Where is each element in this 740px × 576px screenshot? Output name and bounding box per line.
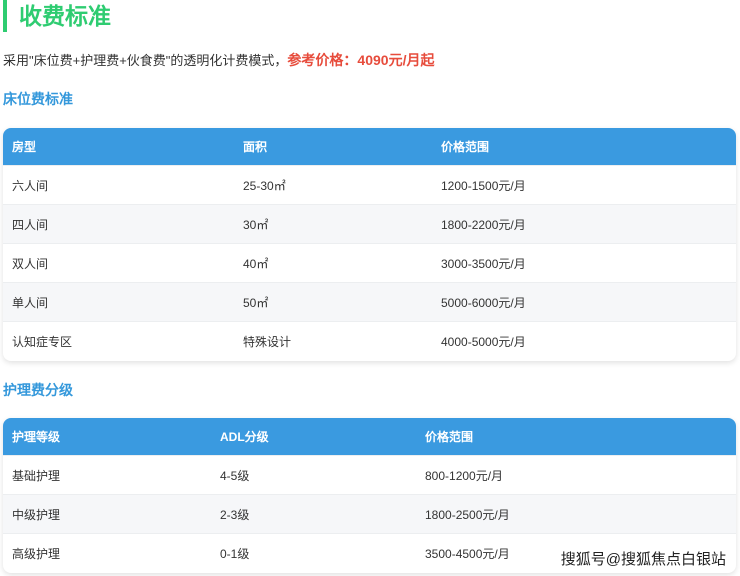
- bed-fee-heading: 床位费标准: [3, 91, 73, 107]
- table-cell: 中级护理: [12, 507, 61, 522]
- table-row: 四人间 30㎡ 1800-2200元/月: [3, 205, 736, 244]
- column-header: 护理等级: [12, 430, 61, 444]
- column-header: 房型: [12, 140, 37, 154]
- table-cell: 2-3级: [220, 507, 250, 522]
- table-row: 单人间 50㎡ 5000-6000元/月: [3, 283, 736, 322]
- table-cell: 单人间: [12, 295, 49, 310]
- table-cell: 双人间: [12, 256, 49, 271]
- table-row: 双人间 40㎡ 3000-3500元/月: [3, 244, 736, 283]
- bed-fee-table: 房型 面积 价格范围六人间 25-30㎡ 1200-1500元/月四人间 30㎡ 1800-…: [3, 128, 736, 361]
- table-cell: 4000-5000元/月: [441, 335, 526, 349]
- table-row: 基础护理 4-5级 800-1200元/月: [3, 456, 736, 495]
- column-header: 面积: [243, 140, 268, 154]
- table-cell: 4-5级: [220, 468, 250, 483]
- table-cell: 1800-2200元/月: [441, 217, 526, 232]
- table-cell: 1800-2500元/月: [425, 507, 510, 522]
- column-header: 价格范围: [425, 430, 474, 444]
- intro-body: 采用"床位费+护理费+伙食费"的透明化计费模式，: [3, 53, 288, 68]
- table-cell: 0-1级: [220, 547, 250, 561]
- table-header: 护理等级 ADL分级 价格范围: [3, 418, 736, 456]
- table-cell: 30㎡: [243, 217, 269, 232]
- table-header: 房型 面积 价格范围: [3, 128, 736, 166]
- care-fee-heading: 护理费分级: [3, 382, 73, 398]
- page-title: 收费标准: [3, 0, 111, 32]
- table-row: 中级护理 2-3级 1800-2500元/月: [3, 495, 736, 534]
- column-header: 价格范围: [441, 140, 490, 154]
- table-cell: 基础护理: [12, 468, 61, 483]
- table-cell: 认知症专区: [12, 335, 73, 349]
- intro-text: 采用"床位费+护理费+伙食费"的透明化计费模式，参考价格：4090元/月起: [3, 51, 434, 70]
- table-row: 六人间 25-30㎡ 1200-1500元/月: [3, 166, 736, 205]
- table-cell: 高级护理: [12, 547, 61, 561]
- watermark: 搜狐号@搜狐焦点白银站: [560, 551, 726, 568]
- table-cell: 特殊设计: [243, 335, 292, 349]
- table-cell: 5000-6000元/月: [441, 295, 526, 310]
- table-cell: 50㎡: [243, 295, 269, 310]
- reference-price: 参考价格：4090元/月起: [287, 52, 435, 68]
- table-cell: 25-30㎡: [243, 178, 286, 193]
- table-cell: 800-1200元/月: [425, 468, 504, 483]
- table-cell: 四人间: [12, 217, 49, 232]
- table-cell: 40㎡: [243, 256, 269, 271]
- table-row: 认知症专区 特殊设计 4000-5000元/月: [3, 322, 736, 361]
- table-cell: 3000-3500元/月: [441, 256, 526, 271]
- table-cell: 1200-1500元/月: [441, 178, 526, 193]
- table-cell: 六人间: [12, 178, 49, 193]
- column-header: ADL分级: [220, 430, 269, 444]
